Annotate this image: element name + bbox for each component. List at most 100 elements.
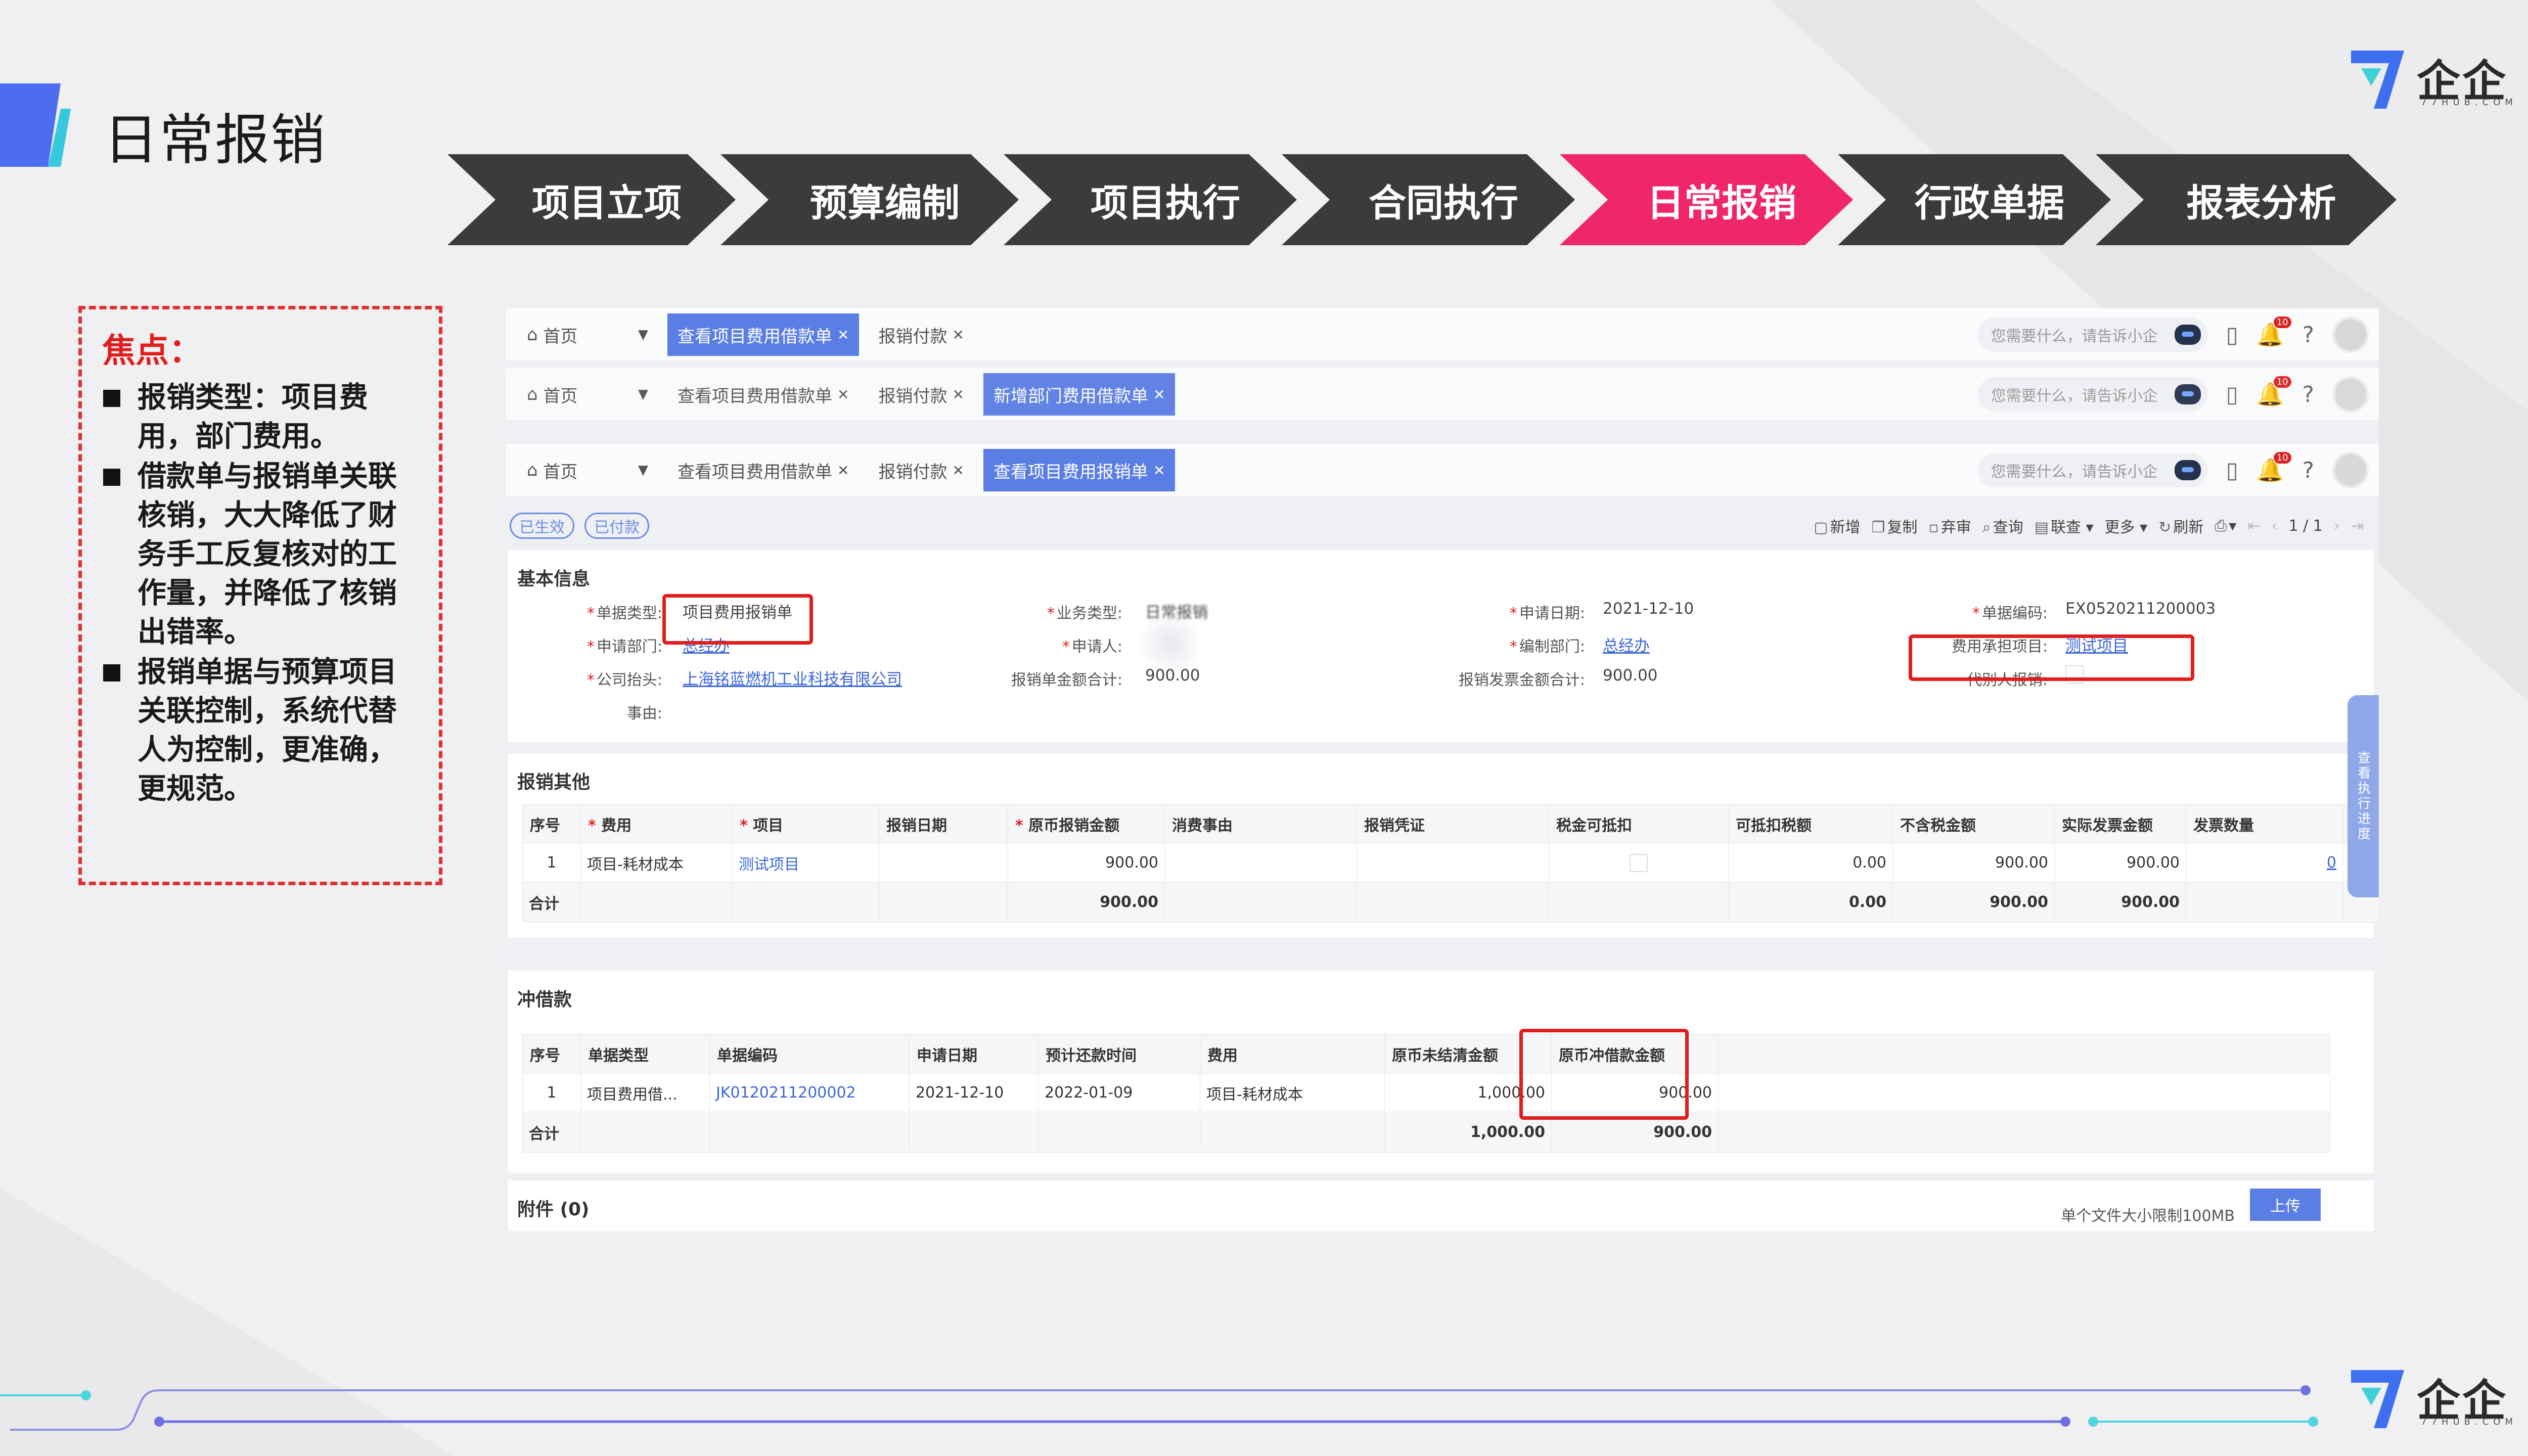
focus-box: 焦点： 报销类型：项目费用，部门费用。 借款单与报销单关联核销，大大降低了财务手… bbox=[78, 306, 442, 885]
caret-down-icon[interactable]: ▼ bbox=[638, 327, 648, 342]
close-icon[interactable]: ✕ bbox=[837, 386, 849, 403]
tab-bar: ⌂ 首页 ▼ 查看项目费用借款单 ✕ 报销付款 ✕ 您需要什么，请告诉小企 ▯ 🔔 10… bbox=[506, 308, 2379, 361]
bell-icon[interactable]: 🔔 10 bbox=[2256, 316, 2291, 348]
notification-badge: 10 bbox=[2273, 316, 2291, 328]
col-header: 序号 bbox=[522, 804, 581, 844]
close-icon[interactable]: ✕ bbox=[952, 386, 964, 403]
refresh-button[interactable]: ↻ 刷新 bbox=[2158, 515, 2203, 537]
tab-reimburse-payment[interactable]: 报销付款 ✕ bbox=[868, 313, 974, 356]
close-icon[interactable]: ✕ bbox=[952, 462, 964, 479]
mobile-icon[interactable]: ▯ bbox=[2226, 322, 2238, 348]
reason-label: 事由: bbox=[626, 705, 662, 722]
next-page-icon[interactable]: › bbox=[2334, 517, 2340, 535]
prev-page-icon[interactable]: ‹ bbox=[2272, 517, 2278, 535]
col-header: 发票数量 bbox=[2186, 804, 2343, 844]
last-page-icon[interactable]: ⇥ bbox=[2351, 517, 2364, 535]
doc-type-label: * 单据类型: bbox=[586, 605, 662, 622]
tab-new-dept-loan[interactable]: 新增部门费用借款单 ✕ bbox=[983, 373, 1176, 416]
assistant-bot-icon[interactable] bbox=[2174, 325, 2201, 345]
view-progress-side-tab[interactable]: 查看执行进度 bbox=[2348, 695, 2379, 897]
search-input[interactable]: 您需要什么，请告诉小企 bbox=[1977, 453, 2208, 487]
focus-heading: 焦点： bbox=[102, 331, 202, 370]
copy-icon: ❐ bbox=[1871, 519, 1885, 536]
close-icon[interactable]: ✕ bbox=[1153, 386, 1165, 403]
logo-mark-icon bbox=[2351, 1370, 2404, 1428]
tab-view-project-loan[interactable]: 查看项目费用借款单 ✕ bbox=[667, 313, 860, 356]
apply-date-value[interactable]: 2021-12-10 bbox=[1603, 600, 1694, 618]
search-input[interactable]: 您需要什么，请告诉小企 bbox=[1977, 317, 2208, 352]
home-icon: ⌂ bbox=[527, 384, 544, 404]
highlight-project bbox=[1909, 634, 2194, 681]
avatar[interactable] bbox=[2332, 376, 2369, 413]
focus-bullet: 报销类型：项目费用，部门费用。 bbox=[102, 378, 425, 456]
step-daily-reimburse: 日常报销 bbox=[1560, 154, 1853, 245]
mobile-icon[interactable]: ▯ bbox=[2226, 458, 2238, 483]
help-icon[interactable]: ? bbox=[2303, 322, 2314, 348]
caret-down-icon[interactable]: ▼ bbox=[638, 387, 648, 402]
company-value[interactable]: 上海铭蓝燃机工业科技有限公司 bbox=[683, 666, 902, 689]
loan-offset-table: 序号 单据类型 单据编码 申请日期 预计还款时间 费用 原币未结清金额 原币冲借… bbox=[522, 1034, 2330, 1153]
col-header: 不含税金额 bbox=[1892, 804, 2055, 844]
table-row[interactable]: 1 项目费用借... JK0120211200002 2021-12-10 20… bbox=[522, 1073, 2330, 1112]
table-header-row: 序号 单据类型 单据编码 申请日期 预计还款时间 费用 原币未结清金额 原币冲借… bbox=[522, 1034, 2330, 1074]
help-icon[interactable]: ? bbox=[2303, 382, 2314, 407]
caret-down-icon[interactable]: ▼ bbox=[638, 463, 648, 478]
applicant-label: * 申请人: bbox=[1062, 638, 1122, 656]
amount-value: 900.00 bbox=[1145, 666, 1200, 685]
tab-view-project-loan[interactable]: 查看项目费用借款单 ✕ bbox=[667, 373, 859, 416]
pager: 1 / 1 bbox=[2288, 517, 2323, 535]
close-icon[interactable]: ✕ bbox=[1153, 462, 1165, 479]
tab-view-project-loan[interactable]: 查看项目费用借款单 ✕ bbox=[667, 449, 859, 491]
tab-home[interactable]: ⌂ 首页 ▼ bbox=[517, 449, 658, 491]
bell-icon[interactable]: 🔔 10 bbox=[2256, 452, 2291, 483]
app-screenshot: ⌂ 首页 ▼ 查看项目费用借款单 ✕ 报销付款 ✕ 您需要什么，请告诉小企 ▯ 🔔 10… bbox=[506, 308, 2379, 1231]
upload-button[interactable]: 上传 bbox=[2250, 1189, 2321, 1221]
logo-subtext: 77HUB.COM bbox=[2421, 1417, 2517, 1427]
tab-home[interactable]: ⌂ 首页 ▼ bbox=[517, 373, 658, 416]
help-icon[interactable]: ? bbox=[2303, 458, 2314, 483]
avatar[interactable] bbox=[2332, 316, 2369, 353]
home-icon: ⌂ bbox=[527, 325, 544, 345]
abandon-button[interactable]: ▫ 弃审 bbox=[1928, 515, 1971, 537]
col-header: 报销日期 bbox=[879, 804, 1008, 844]
tax-deductible-checkbox[interactable] bbox=[1630, 853, 1648, 872]
col-header: * 原币报销金额 bbox=[1008, 804, 1165, 844]
col-header: 可抵扣税额 bbox=[1728, 804, 1893, 844]
linked-query-button[interactable]: ▤ 联查 ▾ bbox=[2035, 515, 2094, 537]
focus-bullet: 报销单据与预算项目关联控制，系统代替人为控制，更准确，更规范。 bbox=[102, 653, 425, 808]
invoice-count-link[interactable]: 0 bbox=[2186, 843, 2343, 882]
notification-badge: 10 bbox=[2273, 452, 2291, 464]
more-button[interactable]: 更多 ▾ bbox=[2105, 515, 2148, 537]
mobile-icon[interactable]: ▯ bbox=[2226, 382, 2238, 407]
assistant-bot-icon[interactable] bbox=[2174, 460, 2201, 480]
close-icon[interactable]: ✕ bbox=[837, 462, 849, 479]
tab-home[interactable]: ⌂ 首页 ▼ bbox=[517, 313, 658, 356]
search-input[interactable]: 您需要什么，请告诉小企 bbox=[1977, 377, 2208, 412]
tab-reimburse-payment[interactable]: 报销付款 ✕ bbox=[868, 373, 974, 416]
col-header: 税金可抵扣 bbox=[1549, 804, 1729, 844]
toolbar-row: 已生效 已付款 ▢ 新增 ❐ 复制 ▫ 弃审 ⌕ 查询 ▤ 联查 ▾ 更多 ▾ ↻ 刷新 ⎙… bbox=[506, 503, 2379, 549]
step-project-exec: 项目执行 bbox=[1004, 154, 1297, 245]
avatar[interactable] bbox=[2332, 452, 2369, 488]
query-button[interactable]: ⌕ 查询 bbox=[1982, 515, 2023, 537]
close-icon[interactable]: ✕ bbox=[837, 327, 849, 343]
org-dept-value[interactable]: 总经办 bbox=[1603, 633, 1650, 656]
copy-button[interactable]: ❐ 复制 bbox=[1872, 515, 1918, 537]
first-page-icon[interactable]: ⇤ bbox=[2247, 517, 2260, 535]
tab-reimburse-payment[interactable]: 报销付款 ✕ bbox=[868, 449, 974, 491]
close-icon[interactable]: ✕ bbox=[952, 327, 964, 343]
focus-bullet: 借款单与报销单关联核销，大大降低了财务手工反复核对的工作量，并降低了核销出错率。 bbox=[102, 457, 425, 652]
unapprove-icon: ▫ bbox=[1928, 519, 1939, 536]
table-row[interactable]: 1 项目-耗材成本 测试项目 900.00 0.00 900.00 900.00… bbox=[522, 843, 2379, 882]
step-report-analysis: 报表分析 bbox=[2096, 154, 2397, 245]
print-button[interactable]: ⎙ ▾ bbox=[2215, 517, 2236, 535]
new-button[interactable]: ▢ 新增 bbox=[1814, 515, 1860, 537]
doc-code-value[interactable]: EX0520211200003 bbox=[2065, 600, 2216, 618]
assistant-bot-icon[interactable] bbox=[2174, 384, 2201, 404]
amount-label: 报销单金额合计: bbox=[1011, 671, 1122, 689]
step-project-setup: 项目立项 bbox=[447, 154, 736, 245]
tab-view-project-reimburse[interactable]: 查看项目费用报销单 ✕ bbox=[983, 449, 1176, 491]
bell-icon[interactable]: 🔔 10 bbox=[2256, 376, 2291, 407]
table-header-row: 序号 * 费用 * 项目 报销日期 * 原币报销金额 消费事由 报销凭证 税金可… bbox=[522, 804, 2379, 844]
logo-bottom: 企企 77HUB.COM bbox=[2346, 1365, 2528, 1436]
